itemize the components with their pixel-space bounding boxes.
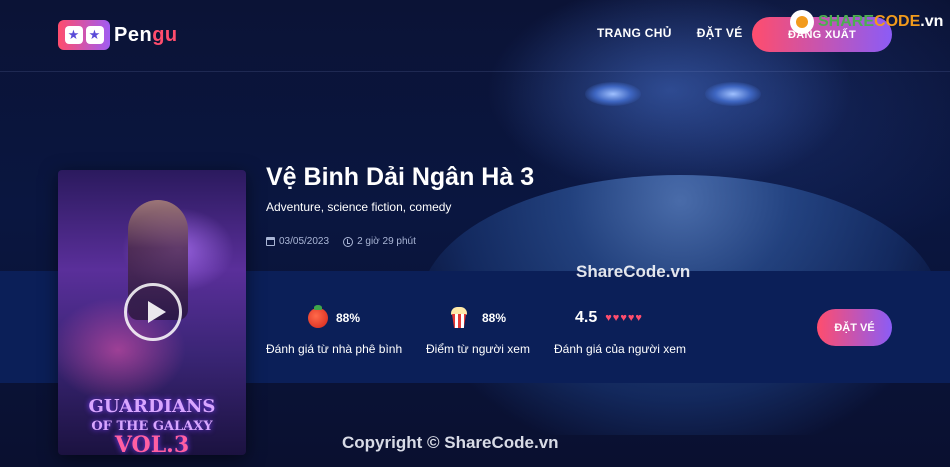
calendar-icon <box>266 237 275 246</box>
movie-title: Vệ Binh Dải Ngân Hà 3 <box>266 163 535 191</box>
logo-text: Pengu <box>114 23 178 46</box>
user-rating: 4.5 ♥♥♥♥♥ Đánh giá của người xem <box>554 309 686 356</box>
site-header: ★ ★ Pengu TRANG CHỦ ĐẶT VÉ ĐĂNG XUẤT SHAR… <box>0 0 950 72</box>
watermark-text: ShareCode.vn <box>576 262 691 281</box>
nav-booking[interactable]: ĐẶT VÉ <box>697 26 743 40</box>
book-ticket-button[interactable]: ĐẶT VÉ <box>817 309 892 346</box>
clock-icon <box>343 236 354 247</box>
movie-meta: 03/05/2023 2 giờ 29 phút <box>266 236 416 247</box>
copyright-text: Copyright © ShareCode.vn <box>342 433 559 452</box>
poster-title: GUARDIANS OF THE GALAXY VOL.3 <box>88 396 216 456</box>
site-logo[interactable]: ★ ★ Pengu <box>58 20 178 50</box>
popcorn-icon <box>450 307 468 329</box>
play-trailer-button[interactable] <box>124 283 182 341</box>
ticket-icon: ★ ★ <box>58 20 110 50</box>
duration: 2 giờ 29 phút <box>357 236 416 247</box>
movie-poster[interactable]: GUARDIANS OF THE GALAXY VOL.3 <box>58 170 246 455</box>
movie-genres: Adventure, science fiction, comedy <box>266 200 452 214</box>
sharecode-watermark-logo: SHARECODE.vn <box>790 10 943 34</box>
release-date: 03/05/2023 <box>279 236 330 247</box>
backdrop-face <box>585 82 775 110</box>
star-icon: ♥♥♥♥♥ <box>605 312 643 324</box>
tomato-icon <box>308 305 328 328</box>
sharecode-icon <box>790 10 814 34</box>
critic-rating: 88% Đánh giá từ nhà phê bình <box>266 305 402 356</box>
nav-home[interactable]: TRANG CHỦ <box>597 26 672 40</box>
audience-score: 88% Điểm từ người xem <box>426 306 530 356</box>
main-nav: TRANG CHỦ ĐẶT VÉ <box>597 26 743 40</box>
